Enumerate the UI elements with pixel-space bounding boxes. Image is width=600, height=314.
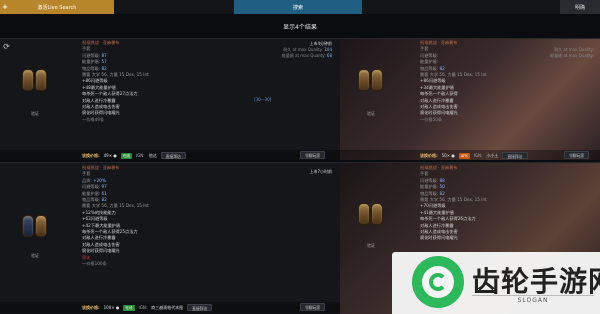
ign-label: IGN: xyxy=(473,153,483,158)
gloves-image[interactable] xyxy=(22,69,48,95)
price-value: 49× ● xyxy=(103,153,117,158)
listed-time: 上市7小时前 xyxy=(309,169,332,174)
item-details: 祝福挑战 · 亚麻裹布 手套 闪避等级: 87 能量护盾: 57 物品等级: 8… xyxy=(82,40,149,123)
gloves-image[interactable] xyxy=(22,215,48,241)
result-card: ♟ 验证 祝福挑战 · 亚麻裹布 手套 品质: +20% 闪避等级: 97 能量… xyxy=(0,162,340,314)
mod-range: [30—30] xyxy=(254,97,272,102)
price-label: 该换价格: xyxy=(82,152,100,158)
requirement-line: 需要 大学 56, 力量 15 Dex, 15 Int xyxy=(82,203,149,209)
price-note: 一价格49条 xyxy=(82,116,105,122)
account-name[interactable]: 他达 xyxy=(149,153,157,159)
price-note: 一价格50条 xyxy=(420,116,443,122)
verify-label: 验证 xyxy=(367,111,375,116)
account-name[interactable]: 商三越观帕代末图 xyxy=(151,305,183,311)
listing-footer: 该换价格: 49× ● 在线 IGN: 他达 直接拜访 xyxy=(0,150,340,160)
watermark-slogan: SLOGAN xyxy=(472,295,594,304)
price-label: 该换价格: xyxy=(420,152,438,158)
whisper-button[interactable]: 邻聊玩家 xyxy=(300,303,326,311)
account-name[interactable]: 小小土 xyxy=(486,153,498,159)
listing-footer: 该换价格: 100× ● 在线 IGN: 商三越观帕代末图 直接拜访 xyxy=(0,302,340,313)
results-count: 显示4个结果 xyxy=(283,24,317,31)
quality-stats: 耐久 at max Quality: 能量盾 at max Quality: xyxy=(550,47,594,59)
visit-button[interactable]: 直接拜访 xyxy=(502,152,528,159)
online-badge: 在线 xyxy=(123,304,135,311)
whisper-button[interactable]: 邻聊玩家 xyxy=(564,151,590,159)
afk-badge: AFK xyxy=(458,152,470,159)
ign-label: IGN: xyxy=(138,305,148,310)
result-card: ⟳ 验证 祝福挑战 · 亚麻裹布 手套 闪避等级: 87 能量护盾: 57 物品… xyxy=(0,38,340,160)
visit-button[interactable]: 直接拜访 xyxy=(187,304,213,311)
price-value: 100× ● xyxy=(103,305,120,310)
item-details: 祝福挑战 · 亚麻裹布 手套 品质: +20% 闪避等级: 97 能量护盾: 6… xyxy=(82,165,149,268)
quality-stats: 耐久 at max Quality: 104 能量盾 at max Qualit… xyxy=(281,47,332,59)
price-note: 一价格100条 xyxy=(82,261,107,267)
visit-button[interactable]: 直接拜访 xyxy=(160,152,186,159)
online-badge: 在线 xyxy=(120,152,132,159)
ign-label: IGN: xyxy=(136,153,145,158)
item-details: 祝福挑战 · 亚麻裹布 手套 闪避等级: 能量护盾: 物品等级: 82 需要 大… xyxy=(420,40,487,123)
live-search-button[interactable]: + 激活Live Search xyxy=(0,0,114,14)
search-button[interactable]: 搜索 xyxy=(234,0,362,14)
price-label: 该换价格: xyxy=(82,304,100,310)
watermark-title: 齿轮手游网 xyxy=(472,265,600,298)
mod-line: 腐化时获得闪电耀光 xyxy=(420,235,458,241)
plus-icon: + xyxy=(2,3,8,11)
live-search-label: 激活Live Search xyxy=(37,4,77,11)
verify-label: 验证 xyxy=(31,253,39,258)
site-watermark: 齿轮手游网 SLOGAN xyxy=(392,252,600,314)
item-details: 祝福挑战 · 亚麻裹布 手套 闪避等级: 88 能量护盾: 50 物品等级: 8… xyxy=(420,165,487,242)
verify-label: 验证 xyxy=(367,243,375,248)
price-value: 50× ● xyxy=(441,153,455,158)
top-bar: + 激活Live Search 搜索 明确 xyxy=(0,0,600,14)
gloves-image[interactable] xyxy=(358,203,384,229)
listing-footer: 该换价格: 50× ● AFK IGN: 小小土 直接拜访 xyxy=(340,150,600,160)
gear-logo-icon xyxy=(412,256,464,308)
clear-button[interactable]: 明确 xyxy=(560,0,600,14)
verify-label: 验证 xyxy=(31,111,39,116)
result-card: 验证 祝福挑战 · 亚麻裹布 手套 闪避等级: 能量护盾: 物品等级: 82 需… xyxy=(340,38,600,160)
refresh-icon[interactable]: ⟳ xyxy=(2,42,11,51)
whisper-button[interactable]: 邻聊玩家 xyxy=(300,151,326,159)
gloves-image[interactable] xyxy=(358,69,384,95)
